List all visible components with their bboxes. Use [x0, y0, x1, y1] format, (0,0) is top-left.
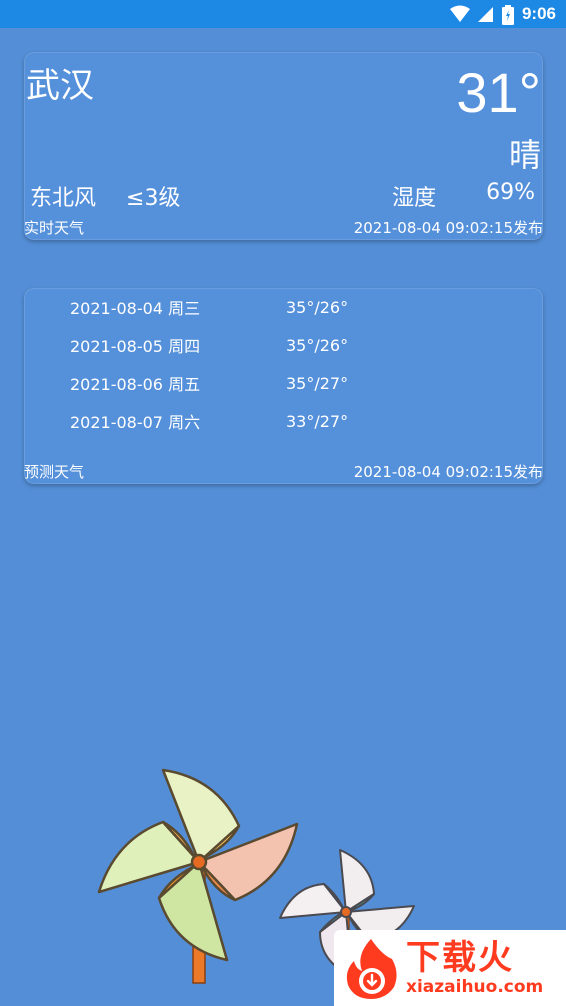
forecast-footer-label: 预测天气	[24, 463, 85, 481]
forecast-published-time: 2021-08-04 09:02:15发布	[353, 463, 543, 481]
forecast-date: 2021-08-05 周四	[70, 337, 201, 356]
forecast-row: 2021-08-06 周五 35°/27°	[70, 364, 530, 402]
watermark-url: xiazaihuo.com	[406, 977, 544, 997]
forecast-list: 2021-08-04 周三 35°/26° 2021-08-05 周四 35°/…	[70, 288, 530, 440]
fire-logo-icon	[342, 937, 400, 999]
pinwheel-large	[97, 768, 299, 984]
current-footer-label: 实时天气	[24, 219, 85, 237]
current-temperature: 31°	[456, 61, 541, 124]
forecast-date: 2021-08-06 周五	[70, 375, 201, 394]
humidity-info: 湿度 69%	[392, 180, 535, 212]
watermark-banner: 下载火 xiazaihuo.com	[334, 930, 566, 1006]
forecast-row: 2021-08-05 周四 35°/26°	[70, 326, 530, 364]
wind-direction: 东北风	[30, 186, 97, 211]
forecast-temp-range: 33°/27°	[286, 411, 349, 431]
status-time: 9:06	[521, 4, 556, 23]
weather-condition: 晴	[508, 136, 541, 174]
wind-level: ≤3级	[126, 186, 181, 211]
forecast-date: 2021-08-04 周三	[70, 299, 201, 318]
humidity-value: 69%	[486, 180, 535, 205]
forecast-date: 2021-08-07 周六	[70, 413, 201, 432]
current-weather-card: 武汉 31° 晴 东北风 ≤3级 湿度 69% 实时天气 2021-08-04 …	[24, 52, 543, 240]
humidity-label: 湿度	[392, 186, 437, 211]
status-bar: 9:06	[0, 0, 566, 28]
current-published-time: 2021-08-04 09:02:15发布	[353, 219, 543, 237]
forecast-temp-range: 35°/26°	[286, 297, 349, 317]
city-name: 武汉	[26, 66, 94, 106]
battery-icon	[501, 5, 514, 25]
forecast-card: 2021-08-04 周三 35°/26° 2021-08-05 周四 35°/…	[24, 288, 543, 484]
watermark-title: 下载火	[406, 938, 514, 978]
forecast-row: 2021-08-07 周六 33°/27°	[70, 402, 530, 440]
forecast-temp-range: 35°/26°	[286, 335, 349, 355]
signal-icon	[476, 5, 494, 23]
forecast-temp-range: 35°/27°	[286, 373, 349, 393]
watermark-text: 下载火 xiazaihuo.com	[406, 939, 543, 997]
wifi-icon	[449, 5, 470, 23]
wind-info: 东北风 ≤3级	[30, 180, 180, 212]
forecast-row: 2021-08-04 周三 35°/26°	[70, 288, 530, 326]
